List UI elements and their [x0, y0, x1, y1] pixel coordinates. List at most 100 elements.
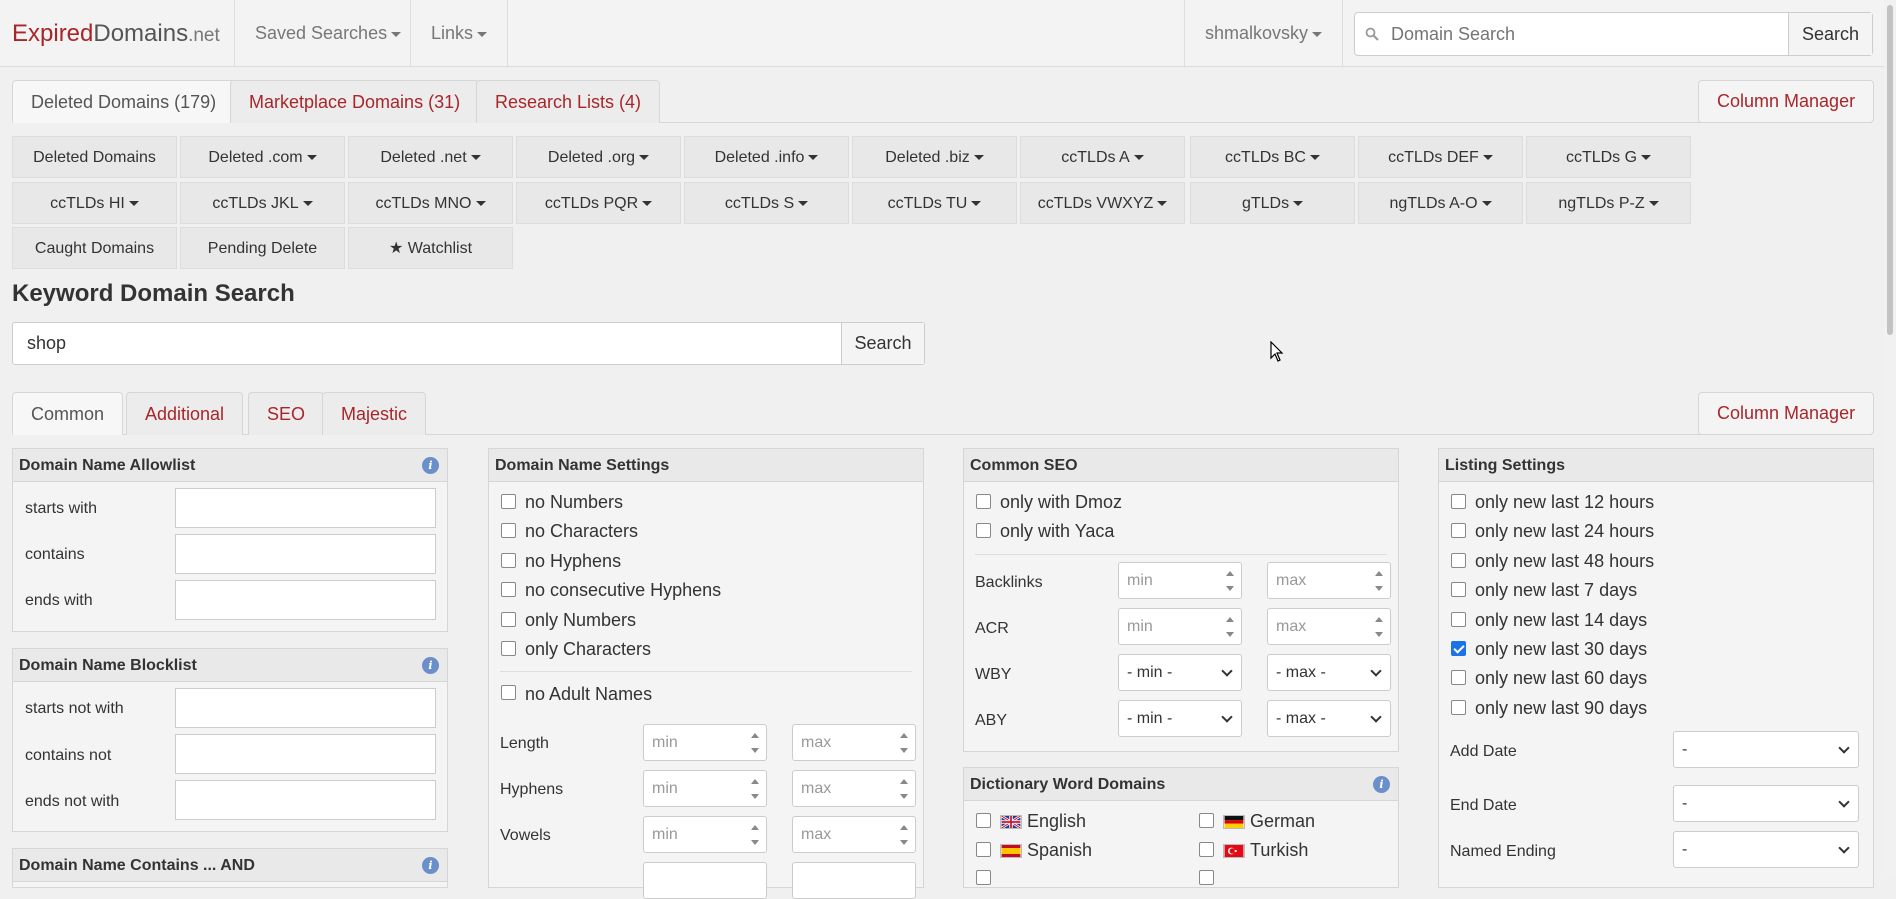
- aby-min-select[interactable]: - min -: [1118, 700, 1242, 737]
- spinner-icon[interactable]: [751, 733, 760, 753]
- no-consecutive-hyphens-checkbox[interactable]: [501, 582, 516, 597]
- wby-max-select[interactable]: - max -: [1267, 654, 1391, 691]
- domain-search-button[interactable]: Search: [1788, 13, 1872, 55]
- ngtlds-p-z-dropdown[interactable]: ngTLDs P-Z: [1526, 182, 1691, 224]
- tab-deleted-domains[interactable]: Deleted Domains (179): [12, 80, 236, 123]
- turkish-checkbox[interactable]: [1199, 842, 1214, 857]
- pending-delete-button[interactable]: Pending Delete: [180, 227, 345, 269]
- deleted-com-dropdown[interactable]: Deleted .com: [180, 136, 345, 178]
- spinner-icon[interactable]: [1226, 571, 1235, 591]
- deleted-domains-button[interactable]: Deleted Domains: [12, 136, 177, 178]
- more-lang-checkbox[interactable]: [976, 870, 991, 885]
- spinner-icon[interactable]: [751, 825, 760, 845]
- aby-max-select[interactable]: - max -: [1267, 700, 1391, 737]
- cctlds-g-dropdown[interactable]: ccTLDs G: [1526, 136, 1691, 178]
- length-min-input[interactable]: min: [643, 724, 767, 761]
- acr-min-input[interactable]: min: [1118, 608, 1242, 645]
- blocklist-ends-input[interactable]: [175, 780, 436, 820]
- allowlist-starts-input[interactable]: [175, 488, 436, 528]
- new-90d-checkbox[interactable]: [1451, 700, 1466, 715]
- cctlds-a-dropdown[interactable]: ccTLDs A: [1020, 136, 1185, 178]
- brand-logo[interactable]: ExpiredDomains.net: [12, 20, 220, 48]
- cctlds-def-dropdown[interactable]: ccTLDs DEF: [1358, 136, 1523, 178]
- cctlds-mno-dropdown[interactable]: ccTLDs MNO: [348, 182, 513, 224]
- blocklist-starts-input[interactable]: [175, 688, 436, 728]
- deleted-biz-dropdown[interactable]: Deleted .biz: [852, 136, 1017, 178]
- spinner-icon[interactable]: [900, 825, 909, 845]
- deleted-info-dropdown[interactable]: Deleted .info: [684, 136, 849, 178]
- hyphens-min-input[interactable]: min: [643, 770, 767, 807]
- no-hyphens-checkbox[interactable]: [501, 553, 516, 568]
- vowels-max-input[interactable]: max: [792, 816, 916, 853]
- vowels-min-input[interactable]: min: [643, 816, 767, 853]
- cctlds-bc-dropdown[interactable]: ccTLDs BC: [1190, 136, 1355, 178]
- backlinks-max-input[interactable]: max: [1267, 562, 1391, 599]
- domain-search-input[interactable]: [1389, 13, 1788, 55]
- column-manager-button-2[interactable]: Column Manager: [1698, 392, 1875, 435]
- ngtlds-a-o-dropdown[interactable]: ngTLDs A-O: [1358, 182, 1523, 224]
- cctlds-vwxyz-dropdown[interactable]: ccTLDs VWXYZ: [1020, 182, 1185, 224]
- dmoz-checkbox[interactable]: [976, 494, 991, 509]
- caught-domains-button[interactable]: Caught Domains: [12, 227, 177, 269]
- new-14d-checkbox[interactable]: [1451, 612, 1466, 627]
- no-adult-names-checkbox[interactable]: [501, 685, 516, 700]
- end-date-select[interactable]: -: [1673, 785, 1859, 822]
- tab-majestic[interactable]: Majestic: [322, 392, 427, 435]
- length-max-input[interactable]: max: [792, 724, 916, 761]
- deleted-net-dropdown[interactable]: Deleted .net: [348, 136, 513, 178]
- deleted-org-dropdown[interactable]: Deleted .org: [516, 136, 681, 178]
- cctlds-pqr-dropdown[interactable]: ccTLDs PQR: [516, 182, 681, 224]
- no-numbers-checkbox[interactable]: [501, 494, 516, 509]
- allowlist-contains-input[interactable]: [175, 534, 436, 574]
- user-menu[interactable]: shmalkovsky: [1184, 0, 1344, 67]
- backlinks-min-input[interactable]: min: [1118, 562, 1242, 599]
- links-menu[interactable]: Links: [410, 0, 509, 67]
- gtlds-dropdown[interactable]: gTLDs: [1190, 182, 1355, 224]
- add-date-select[interactable]: -: [1673, 731, 1859, 768]
- cctlds-s-dropdown[interactable]: ccTLDs S: [684, 182, 849, 224]
- column-manager-button[interactable]: Column Manager: [1698, 80, 1875, 123]
- new-12h-checkbox[interactable]: [1451, 494, 1466, 509]
- spinner-icon[interactable]: [900, 779, 909, 799]
- cctlds-hi-dropdown[interactable]: ccTLDs HI: [12, 182, 177, 224]
- english-checkbox[interactable]: [976, 813, 991, 828]
- spanish-checkbox[interactable]: [976, 842, 991, 857]
- new-48h-checkbox[interactable]: [1451, 553, 1466, 568]
- tab-seo[interactable]: SEO: [248, 392, 325, 435]
- new-7d-checkbox[interactable]: [1451, 582, 1466, 597]
- named-ending-select[interactable]: -: [1673, 831, 1859, 868]
- keyword-search-input[interactable]: [13, 323, 841, 364]
- next-min-input[interactable]: [643, 862, 767, 899]
- new-24h-checkbox[interactable]: [1451, 523, 1466, 538]
- spinner-icon[interactable]: [1226, 617, 1235, 637]
- watchlist-button[interactable]: ★ Watchlist: [348, 227, 513, 269]
- keyword-search-button[interactable]: Search: [841, 323, 924, 364]
- cctlds-jkl-dropdown[interactable]: ccTLDs JKL: [180, 182, 345, 224]
- new-30d-checkbox[interactable]: [1451, 641, 1466, 656]
- info-icon[interactable]: i: [422, 657, 439, 674]
- spinner-icon[interactable]: [1375, 617, 1384, 637]
- only-numbers-checkbox[interactable]: [501, 612, 516, 627]
- cctlds-tu-dropdown[interactable]: ccTLDs TU: [852, 182, 1017, 224]
- wby-min-select[interactable]: - min -: [1118, 654, 1242, 691]
- hyphens-max-input[interactable]: max: [792, 770, 916, 807]
- spinner-icon[interactable]: [1375, 571, 1384, 591]
- spinner-icon[interactable]: [900, 733, 909, 753]
- saved-searches-menu[interactable]: Saved Searches: [234, 0, 421, 67]
- acr-max-input[interactable]: max: [1267, 608, 1391, 645]
- yaca-checkbox[interactable]: [976, 523, 991, 538]
- spinner-icon[interactable]: [751, 779, 760, 799]
- only-characters-checkbox[interactable]: [501, 641, 516, 656]
- next-max-input[interactable]: [792, 862, 916, 899]
- no-characters-checkbox[interactable]: [501, 523, 516, 538]
- tab-research-lists[interactable]: Research Lists (4): [476, 80, 661, 123]
- blocklist-contains-input[interactable]: [175, 734, 436, 774]
- more-lang-checkbox-2[interactable]: [1199, 870, 1214, 885]
- allowlist-ends-input[interactable]: [175, 580, 436, 620]
- new-60d-checkbox[interactable]: [1451, 670, 1466, 685]
- info-icon[interactable]: i: [422, 457, 439, 474]
- info-icon[interactable]: i: [422, 857, 439, 874]
- scrollbar-thumb[interactable]: [1887, 5, 1893, 335]
- german-checkbox[interactable]: [1199, 813, 1214, 828]
- tab-additional[interactable]: Additional: [126, 392, 244, 435]
